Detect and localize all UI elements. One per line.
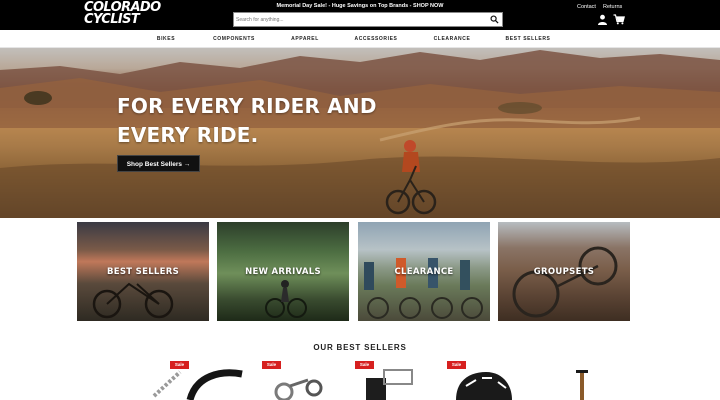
hero-title: FOR EVERY RIDER AND EVERY RIDE. (117, 92, 377, 150)
search-icon[interactable] (490, 15, 499, 24)
hero-title-line-1: FOR EVERY RIDER AND (117, 94, 377, 118)
category-tile-clearance[interactable]: CLEARANCE (358, 222, 490, 321)
category-tile-groupsets[interactable]: GROUPSETS (498, 222, 630, 321)
product-helmet[interactable] (452, 366, 514, 400)
nav-item-components[interactable]: COMPONENTS (213, 36, 255, 42)
nav-item-accessories[interactable]: ACCESSORIES (355, 36, 398, 42)
best-sellers-title: OUR BEST SELLERS (313, 343, 407, 352)
product-pedals[interactable] (360, 366, 420, 400)
top-header: COLORADO CYCLIST Memorial Day Sale! - Hu… (0, 0, 720, 30)
category-tile-best-sellers[interactable]: BEST SELLERS (77, 222, 209, 321)
nav-item-bikes[interactable]: BIKES (157, 36, 175, 42)
nav-item-clearance[interactable]: CLEARANCE (434, 36, 471, 42)
account-icon[interactable] (597, 14, 608, 25)
search-bar[interactable] (233, 12, 503, 27)
returns-link[interactable]: Returns (603, 4, 622, 10)
hero-banner: FOR EVERY RIDER AND EVERY RIDE. Shop Bes… (0, 48, 720, 218)
tile-label-best-sellers: BEST SELLERS (107, 267, 179, 277)
nav-item-apparel[interactable]: APPAREL (291, 36, 319, 42)
product-derailleur[interactable] (270, 366, 326, 400)
cart-icon[interactable] (613, 14, 625, 25)
tile-label-groupsets: GROUPSETS (533, 267, 595, 277)
product-dropper-post[interactable] (572, 366, 592, 400)
shop-best-sellers-button[interactable]: Shop Best Sellers → (117, 155, 200, 172)
product-tire[interactable] (186, 366, 244, 400)
nav-item-best-sellers[interactable]: BEST SELLERS (506, 36, 551, 42)
search-input[interactable] (236, 14, 476, 25)
contact-link[interactable]: Contact (577, 4, 596, 10)
main-nav: BIKES COMPONENTS APPAREL ACCESSORIES CLE… (0, 30, 720, 48)
tile-label-clearance: CLEARANCE (394, 267, 454, 277)
hero-title-line-2: EVERY RIDE. (117, 123, 259, 147)
product-chain[interactable] (150, 366, 186, 400)
logo-line-2: CYCLIST (84, 12, 140, 27)
category-tile-new-arrivals[interactable]: NEW ARRIVALS (217, 222, 349, 321)
tile-label-new-arrivals: NEW ARRIVALS (245, 267, 321, 277)
